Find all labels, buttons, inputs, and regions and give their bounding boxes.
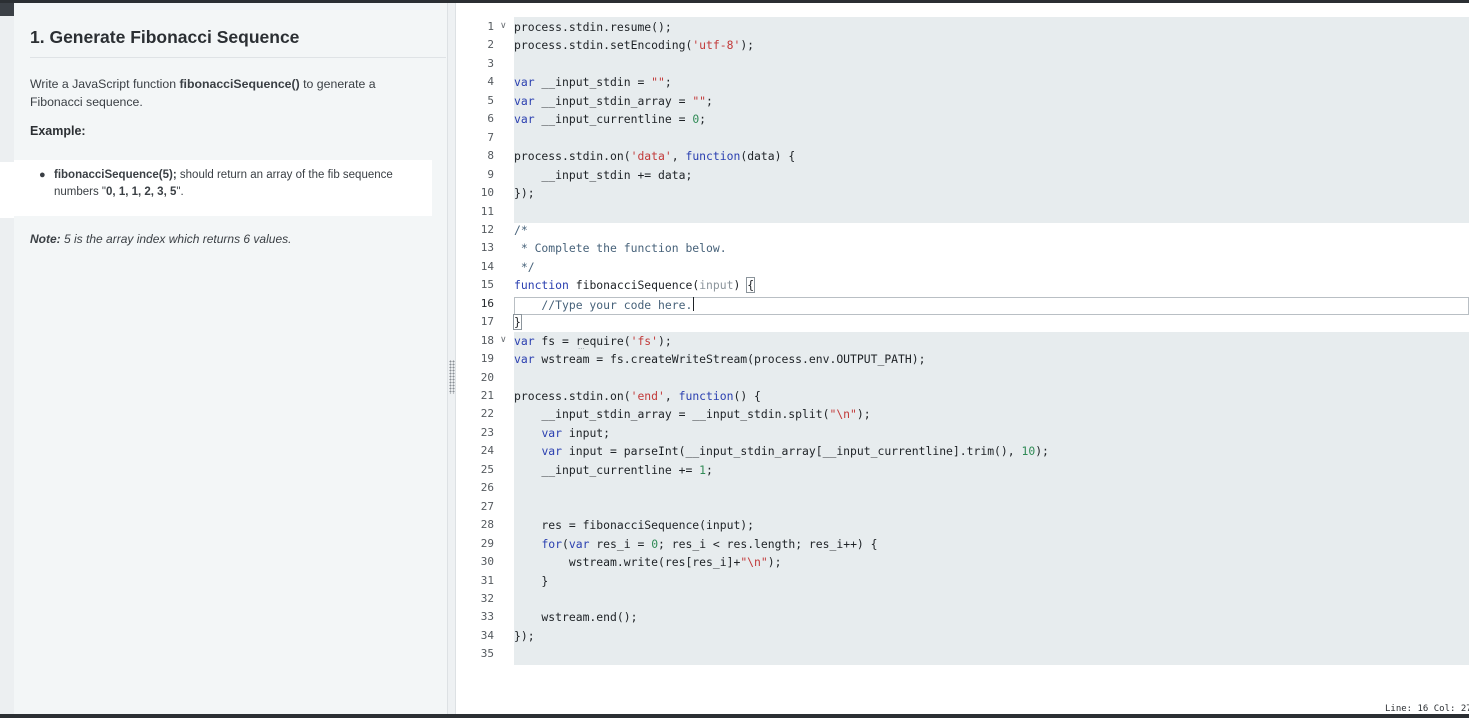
line-number: 35 (480, 647, 494, 661)
problem-panel: 1. Generate Fibonacci Sequence Write a J… (14, 3, 447, 714)
code-line[interactable]: var input; (514, 426, 610, 440)
line-number: 8 (487, 149, 494, 163)
line-number: 6 (487, 112, 494, 126)
function-name: fibonacciSequence() (179, 77, 300, 91)
line-number: 4 (487, 75, 494, 89)
fold-chevron-icon[interactable]: ∨ (500, 335, 510, 345)
line-number: 9 (487, 167, 494, 181)
line-number: 13 (480, 241, 494, 255)
code-line[interactable]: } (513, 314, 522, 331)
example-end: ". (176, 186, 184, 198)
code-line[interactable]: var __input_stdin = ""; (514, 75, 672, 89)
line-number: 20 (480, 370, 494, 384)
ellipsis-marker-icon: ··· (578, 345, 585, 353)
line-number: 11 (480, 204, 494, 218)
line-number: 17 (480, 315, 494, 329)
code-editor[interactable]: 1 ∨ process.stdin.resume(); 2 process.stdin.… (456, 3, 1469, 714)
code-line[interactable]: }); (514, 186, 535, 200)
panel-resize-divider[interactable] (447, 3, 456, 714)
code-line[interactable]: }); (514, 629, 535, 643)
line-number: 25 (480, 462, 494, 476)
note: Note: 5 is the array index which returns… (30, 232, 291, 246)
line-number: 23 (480, 425, 494, 439)
line-number: 5 (487, 93, 494, 107)
resize-grip-icon[interactable] (449, 360, 455, 394)
left-edge-highlight (0, 162, 14, 218)
line-number: 21 (480, 389, 494, 402)
line-number: 15 (480, 278, 494, 292)
code-line[interactable]: res = fibonacciSequence(input); (514, 518, 754, 532)
code-line[interactable]: __input_currentline += 1; (514, 463, 712, 477)
side-tab (0, 3, 14, 16)
code-line[interactable]: var fs = require('fs'); (514, 334, 672, 348)
note-text: 5 is the array index which returns 6 val… (60, 232, 292, 246)
code-line[interactable]: __input_stdin_array = __input_stdin.spli… (514, 407, 870, 421)
line-number: 22 (480, 407, 494, 421)
code-line[interactable]: /* (514, 223, 528, 237)
readonly-region-bottom (514, 332, 1469, 665)
code-line[interactable]: var __input_stdin_array = ""; (514, 94, 713, 108)
code-line[interactable]: process.stdin.on('data', function(data) … (514, 149, 795, 163)
fold-chevron-icon[interactable]: ∨ (500, 21, 510, 31)
note-label: Note: (30, 232, 61, 246)
line-number: 3 (487, 56, 494, 70)
problem-description: Write a JavaScript function fibonacciSeq… (30, 75, 400, 111)
description-prefix: Write a JavaScript function (30, 77, 180, 91)
code-line[interactable]: for(var res_i = 0; res_i < res.length; r… (514, 537, 877, 551)
cursor-position-status: Line: 16 Col: 27 (1385, 704, 1469, 714)
line-number: 26 (480, 481, 494, 495)
window-bottom-bar (0, 714, 1469, 718)
code-line[interactable]: var input = parseInt(__input_stdin_array… (514, 444, 1048, 458)
code-line[interactable]: process.stdin.on('end', function() { (514, 389, 761, 403)
code-line[interactable]: __input_stdin += data; (514, 168, 692, 182)
code-line[interactable]: var wstream = fs.createWriteStream(proce… (514, 352, 925, 366)
code-line[interactable]: var __input_currentline = 0; (514, 112, 706, 126)
line-number: 31 (480, 573, 494, 587)
line-number: 14 (480, 259, 494, 273)
code-line[interactable]: wstream.write(res[res_i]+"\n"); (514, 555, 782, 569)
line-number: 34 (480, 628, 494, 642)
code-line[interactable]: function fibonacciSequence(input) { (514, 277, 756, 294)
left-edge-strip (0, 16, 14, 714)
line-number: 10 (480, 186, 494, 200)
line-number: 18 (480, 333, 494, 347)
line-number: 12 (480, 222, 494, 236)
line-number: 19 (480, 352, 494, 366)
line-number: 2 (487, 38, 494, 52)
list-item: ● fibonacciSequence(5); should return an … (39, 167, 424, 201)
line-number: 32 (480, 591, 494, 605)
code-line[interactable]: wstream.end(); (514, 610, 637, 624)
code-line[interactable]: * Complete the function below. (514, 241, 727, 255)
line-number: 30 (480, 555, 494, 569)
line-number: 24 (480, 444, 494, 458)
line-number: 1 (487, 20, 494, 33)
code-line[interactable]: process.stdin.resume(); (514, 20, 672, 34)
line-number: 28 (480, 518, 494, 532)
title-divider (30, 57, 446, 58)
line-number: 16 (480, 296, 494, 310)
line-number: 27 (480, 499, 494, 513)
code-line[interactable]: //Type your code here. (514, 296, 695, 312)
code-line[interactable]: } (514, 574, 548, 588)
line-number: 33 (480, 610, 494, 624)
problem-title: 1. Generate Fibonacci Sequence (30, 27, 300, 47)
example-list: ● fibonacciSequence(5); should return an … (14, 160, 432, 216)
line-number: 7 (487, 130, 494, 144)
example-values: 0, 1, 1, 2, 3, 5 (106, 186, 177, 198)
example-call: fibonacciSequence(5); (54, 169, 177, 181)
code-line[interactable]: process.stdin.setEncoding('utf-8'); (514, 38, 754, 52)
code-line[interactable]: */ (514, 260, 535, 274)
text-cursor (693, 296, 695, 311)
line-number: 29 (480, 536, 494, 550)
bullet-icon: ● (39, 169, 46, 181)
example-heading: Example: (30, 124, 86, 138)
